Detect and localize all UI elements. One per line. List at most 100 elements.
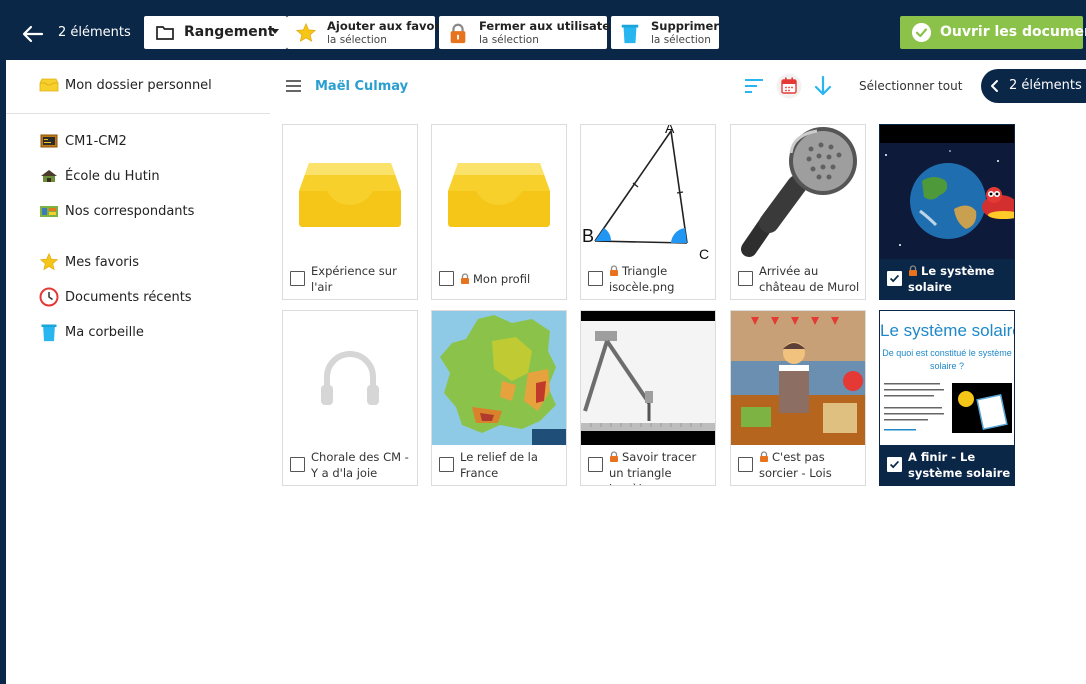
headphones-icon (321, 351, 379, 405)
select-checkbox[interactable] (290, 271, 305, 286)
select-checkbox[interactable] (738, 271, 753, 286)
triangle-thumbnail: B A C (581, 125, 715, 259)
lock-icon (760, 451, 768, 462)
document-name: Mon profil (460, 271, 564, 287)
tray-icon (39, 78, 59, 92)
document-card[interactable]: Mon profil (431, 124, 567, 300)
open-documents-button[interactable]: Ouvrir les documents (900, 16, 1086, 49)
sidebar-item-favoris[interactable]: Mes favoris (39, 250, 139, 274)
menu-icon[interactable] (286, 80, 301, 92)
svg-text:C: C (699, 246, 709, 259)
select-checkbox[interactable] (588, 271, 603, 286)
star-icon (295, 22, 317, 43)
folder-thumbnail (283, 125, 417, 259)
microphone-thumbnail (731, 125, 865, 259)
sidebar-item-label: Ma corbeille (65, 324, 144, 340)
document-card[interactable]: Le relief de la France (431, 310, 567, 486)
sidebar-item-label: Nos correspondants (65, 203, 195, 219)
delete-selection-label: Supprimer (651, 19, 720, 33)
close-to-users-button[interactable]: Fermer aux utilisateurs la sélection (439, 16, 631, 49)
sidebar-divider (6, 113, 270, 114)
select-checkbox[interactable] (588, 457, 603, 472)
delete-selection-sublabel: la sélection (651, 34, 711, 46)
clock-icon (39, 287, 59, 307)
document-card[interactable]: Savoir tracer un triangle isocèle (580, 310, 716, 486)
sidebar-item-label: CM1-CM2 (65, 133, 127, 149)
arrow-down-icon[interactable] (814, 75, 832, 97)
rangement-label: Rangement (184, 24, 275, 40)
sidebar-item-correspondants[interactable]: Nos correspondants (39, 199, 194, 223)
lock-icon (610, 265, 618, 276)
document-card[interactable]: Chorale des CM - Y a d'la joie (282, 310, 418, 486)
rangement-dropdown[interactable]: Rangement (144, 16, 287, 49)
sidebar-item-label: Mes favoris (65, 254, 140, 270)
correspondants-icon (40, 206, 58, 217)
owner-name: Maël Culmay (315, 79, 409, 94)
document-name: C'est pas sorcier - Lois (759, 450, 832, 480)
close-to-users-label: Fermer aux utilisateurs (479, 19, 631, 33)
document-name: Savoir tracer un triangle isocèle (609, 450, 697, 485)
open-documents-label: Ouvrir les documents (940, 24, 1086, 40)
document-name: Chorale des CM - Y a d'la joie (311, 450, 409, 480)
select-checkbox[interactable] (887, 271, 902, 286)
sidebar-item-recents[interactable]: Documents récents (39, 285, 192, 309)
select-checkbox[interactable] (439, 457, 454, 472)
lock-icon (450, 23, 466, 44)
microphone-icon (741, 127, 857, 257)
back-arrow-icon[interactable] (20, 21, 46, 47)
close-to-users-sublabel: la sélection (479, 34, 539, 46)
calendar-icon[interactable] (776, 73, 802, 99)
document-name: A finir - Le système solaire (908, 450, 1011, 480)
document-name: Le relief de la France (460, 450, 538, 480)
document-card[interactable]: C'est pas sorcier - Lois (730, 310, 866, 486)
compass-thumbnail (581, 311, 715, 445)
video-thumbnail (731, 311, 865, 445)
lock-icon (909, 265, 917, 276)
sidebar-item-mon-dossier[interactable]: Mon dossier personnel (39, 73, 212, 97)
select-all-link[interactable]: Sélectionner tout (859, 79, 962, 93)
document-card[interactable]: Arrivée au château de Murol (730, 124, 866, 300)
sort-icon[interactable] (744, 76, 764, 96)
class-icon (40, 134, 58, 148)
tray-icon (448, 163, 550, 227)
document-card[interactable]: Le système solaire De quoi est constitué… (879, 310, 1015, 486)
select-checkbox[interactable] (439, 271, 454, 286)
chevron-down-icon (271, 29, 279, 34)
document-name: Le système solaire (908, 264, 995, 294)
sidebar-item-label: Documents récents (65, 289, 192, 305)
check-circle-icon (912, 23, 931, 42)
folder-thumbnail (432, 125, 566, 259)
selection-count: 2 éléments (58, 25, 131, 40)
select-checkbox[interactable] (738, 457, 753, 472)
document-name: Expérience sur l'air (311, 264, 397, 294)
document-card[interactable]: Expérience sur l'air (282, 124, 418, 300)
document-card[interactable]: Le système solaire (879, 124, 1015, 300)
select-checkbox[interactable] (290, 457, 305, 472)
map-thumbnail (432, 311, 566, 445)
folder-icon (156, 26, 174, 40)
slide-thumbnail: Le système solaire De quoi est constitué… (880, 311, 1014, 445)
add-favorites-sublabel: la sélection (327, 34, 387, 46)
audio-thumbnail (283, 311, 417, 445)
document-card[interactable]: B A C Triangle isocèle.png (580, 124, 716, 300)
selection-count-pill[interactable]: 2 éléments (981, 69, 1086, 103)
svg-text:A: A (665, 125, 675, 136)
sidebar-item-ecole[interactable]: École du Hutin (39, 164, 160, 188)
delete-selection-button[interactable]: Supprimer la sélection (611, 16, 719, 49)
select-checkbox[interactable] (887, 457, 902, 472)
sidebar-item-cm1-cm2[interactable]: CM1-CM2 (39, 129, 127, 153)
document-name: Arrivée au château de Murol (759, 264, 860, 294)
selection-count-label: 2 éléments (1009, 78, 1082, 93)
space-thumbnail (880, 125, 1014, 259)
trash-icon (621, 24, 639, 44)
chevron-left-icon (991, 80, 998, 92)
sidebar: Mon dossier personnel CM1-CM2 École du H… (6, 60, 270, 684)
document-name: Triangle isocèle.png (609, 264, 675, 294)
sidebar-item-corbeille[interactable]: Ma corbeille (39, 320, 144, 344)
star-icon (39, 252, 59, 271)
svg-text:B: B (582, 226, 594, 246)
lock-icon (461, 273, 469, 284)
lock-icon (610, 451, 618, 462)
sidebar-item-label: École du Hutin (65, 168, 160, 184)
add-favorites-button[interactable]: Ajouter aux favoris la sélection (287, 16, 451, 49)
